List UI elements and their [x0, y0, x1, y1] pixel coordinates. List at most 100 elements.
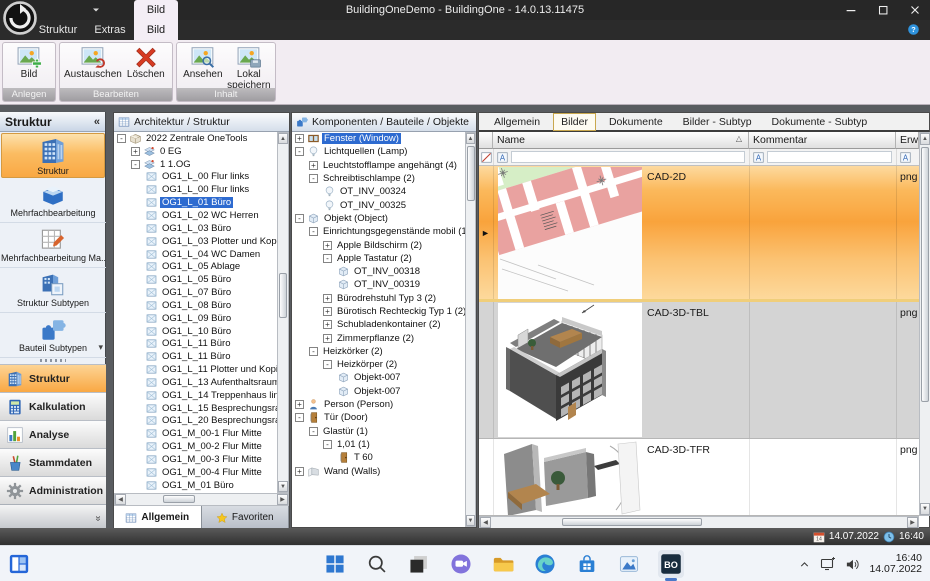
expand-icon[interactable]: + — [323, 307, 332, 316]
collapse-icon[interactable]: - — [309, 347, 318, 356]
sidebar-collapse-icon[interactable]: « — [94, 116, 100, 128]
expand-icon[interactable]: + — [295, 400, 304, 409]
scroll-down-icon[interactable]: ▼ — [466, 515, 475, 526]
tab-favoriten[interactable]: Favoriten — [202, 506, 290, 529]
tree-item-person-person[interactable]: +Person (Person) — [292, 398, 465, 411]
collapse-icon[interactable]: - — [309, 227, 318, 236]
expand-icon[interactable]: + — [323, 294, 332, 303]
scrollbar-thumb[interactable] — [279, 273, 287, 318]
tree-item-og1-l-20-besprechungsraum[interactable]: OG1_L_20 Besprechungsraum — [114, 415, 277, 428]
collapse-icon[interactable]: - — [323, 360, 332, 369]
collapse-icon[interactable]: - — [117, 134, 126, 143]
photos-taskbar-button[interactable] — [616, 550, 642, 578]
tree-item-og1-l-11-plotter-und-kopie[interactable]: OG1_L_11 Plotter und Kopie... — [114, 363, 277, 376]
expand-icon[interactable]: + — [295, 467, 304, 476]
tree-item-og1-m-01-büro[interactable]: OG1_M_01 Büro — [114, 479, 277, 492]
sidebar-tool-bauteil-subtypen[interactable]: Bauteil Subtypen▾ — [0, 313, 106, 358]
ribbon-button-lokal-speichern[interactable]: Lokal speichern — [227, 45, 271, 91]
tree-item-og1-l-09-büro[interactable]: OG1_L_09 Büro — [114, 312, 277, 325]
column-header-kommentar[interactable]: Kommentar — [749, 132, 896, 149]
kommentar-filter-input[interactable] — [767, 151, 892, 163]
tree-item-og1-l-05-ablage[interactable]: OG1_L_05 Ablage — [114, 260, 277, 273]
tree-item-og1-l-01-büro[interactable]: OG1_L_01 Büro — [114, 196, 277, 209]
column-header-erw[interactable]: Erw — [896, 132, 919, 149]
tree-item-og1-l-13-aufenthaltsraum[interactable]: OG1_L_13 Aufenthaltsraum — [114, 376, 277, 389]
tree-item-t-60[interactable]: T 60 — [292, 451, 465, 464]
tree-item-ot-inv-00324[interactable]: OT_INV_00324 — [292, 185, 465, 198]
tree-item-og1-l-11-büro[interactable]: OG1_L_11 Büro — [114, 350, 277, 363]
ribbon-button-ansehen[interactable]: Ansehen — [181, 45, 225, 80]
tree-item-objekt-object[interactable]: -Objekt (Object) — [292, 212, 465, 225]
collapse-icon[interactable]: - — [309, 427, 318, 436]
caret-down-icon[interactable]: ▾ — [98, 342, 103, 353]
app-logo-icon[interactable] — [3, 1, 37, 35]
collapse-icon[interactable]: - — [295, 214, 304, 223]
scroll-up-icon[interactable]: ▲ — [278, 133, 288, 144]
tree-item-ot-inv-00318[interactable]: OT_INV_00318 — [292, 265, 465, 278]
tree-item-og1-l-03-plotter-und-kopie[interactable]: OG1_L_03 Plotter und Kopie... — [114, 235, 277, 248]
scroll-left-icon[interactable]: ◀ — [115, 494, 126, 505]
expand-icon[interactable]: + — [323, 334, 332, 343]
sidebar-module-administration[interactable]: Administration — [0, 476, 106, 504]
tree-item-objekt-007[interactable]: Objekt-007 — [292, 385, 465, 398]
image-row-cad-3d-tfr[interactable]: CAD-3D-TFRpng — [479, 439, 919, 516]
tree-item-og1-l-00-flur-links[interactable]: OG1_L_00 Flur links — [114, 183, 277, 196]
tab-dokumente-subtyp[interactable]: Dokumente - Subtyp — [765, 114, 875, 130]
expand-icon[interactable]: + — [131, 147, 140, 156]
tree-item-glastür-1[interactable]: -Glastür (1) — [292, 425, 465, 438]
expand-icon[interactable]: + — [323, 241, 332, 250]
scroll-left-icon[interactable]: ◀ — [480, 517, 491, 528]
widgets-icon[interactable] — [8, 553, 30, 575]
ribbon-tab-struktur[interactable]: Struktur — [30, 20, 86, 40]
search-taskbar-button[interactable] — [364, 550, 390, 578]
collapse-icon[interactable]: - — [295, 413, 304, 422]
sidebar-module-stammdaten[interactable]: Stammdaten — [0, 448, 106, 476]
tree-item-1-01-1[interactable]: -1,01 (1) — [292, 438, 465, 451]
clear-filter-icon[interactable] — [481, 151, 492, 162]
tab-dokumente[interactable]: Dokumente — [602, 114, 670, 130]
tree-item-heizkörper-2[interactable]: -Heizkörper (2) — [292, 358, 465, 371]
tree-item-og1-l-10-büro[interactable]: OG1_L_10 Büro — [114, 325, 277, 338]
tree-item-og1-m-00-2-flur-mitte[interactable]: OG1_M_00-2 Flur Mitte — [114, 440, 277, 453]
chat-taskbar-button[interactable] — [448, 550, 474, 578]
tree-item-ot-inv-00325[interactable]: OT_INV_00325 — [292, 198, 465, 211]
scrollbar-thumb[interactable] — [921, 147, 929, 402]
tab-allgemein[interactable]: Allgemein — [114, 506, 202, 529]
scroll-down-icon[interactable]: ▼ — [920, 503, 930, 515]
scroll-right-icon[interactable]: ▶ — [277, 494, 288, 505]
taskbar-clock[interactable]: 16:40 14.07.2022 — [869, 553, 922, 576]
tree-item-tür-door[interactable]: -Tür (Door) — [292, 411, 465, 424]
tree-item-leuchtstofflampe-angehängt-4[interactable]: +Leuchtstofflampe angehängt (4) — [292, 159, 465, 172]
edge-taskbar-button[interactable] — [532, 550, 558, 578]
start-taskbar-button[interactable] — [322, 550, 348, 578]
components-tree-vscrollbar[interactable]: ▲ ▼ — [465, 132, 476, 527]
tree-item-apple-tastatur-2[interactable]: -Apple Tastatur (2) — [292, 252, 465, 265]
tree-item-bürotisch-rechteckig-typ-1-2[interactable]: +Bürotisch Rechteckig Typ 1 (2) — [292, 305, 465, 318]
sidebar-module-analyse[interactable]: Analyse — [0, 420, 106, 448]
tree-item-schubladenkontainer-2[interactable]: +Schubladenkontainer (2) — [292, 318, 465, 331]
sidebar-tool-struktur[interactable]: Struktur — [1, 133, 105, 178]
tree-item-2022-zentrale-onetools[interactable]: -2022 Zentrale OneTools — [114, 132, 277, 145]
tree-item-fenster-window[interactable]: +Fenster (Window) — [292, 132, 465, 145]
ribbon-button-austauschen[interactable]: Austauschen — [64, 45, 122, 80]
collapse-icon[interactable]: - — [309, 174, 318, 183]
qat-caret-down-icon[interactable] — [90, 4, 102, 16]
tree-item-heizkörker-2[interactable]: -Heizkörker (2) — [292, 345, 465, 358]
store-taskbar-button[interactable] — [574, 550, 600, 578]
sidebar-overflow-icon[interactable]: » — [93, 516, 104, 522]
image-row-cad-3d-tbl[interactable]: CAD-3D-TBLpng — [479, 302, 919, 439]
tree-item-apple-bildschirm-2[interactable]: +Apple Bildschirm (2) — [292, 238, 465, 251]
tree-item-og1-l-00-flur-links[interactable]: OG1_L_00 Flur links — [114, 171, 277, 184]
collapse-icon[interactable]: - — [295, 147, 304, 156]
tree-item-og1-l-08-büro[interactable]: OG1_L_08 Büro — [114, 299, 277, 312]
tree-item-wand-walls[interactable]: +Wand (Walls) — [292, 464, 465, 477]
ribbon-button-löschen[interactable]: Löschen — [124, 45, 168, 80]
taskview-taskbar-button[interactable] — [406, 550, 432, 578]
sidebar-splitter[interactable] — [0, 356, 106, 364]
erw-filter-icon[interactable]: A — [900, 151, 911, 162]
scrollbar-thumb[interactable] — [467, 146, 475, 201]
tree-item-og1-l-14-treppenhaus-links[interactable]: OG1_L_14 Treppenhaus links — [114, 389, 277, 402]
sidebar-tool-struktur-subtypen[interactable]: Struktur Subtypen — [0, 268, 106, 313]
image-thumbnail[interactable] — [498, 303, 642, 437]
tree-item-og1-l-05-büro[interactable]: OG1_L_05 Büro — [114, 273, 277, 286]
